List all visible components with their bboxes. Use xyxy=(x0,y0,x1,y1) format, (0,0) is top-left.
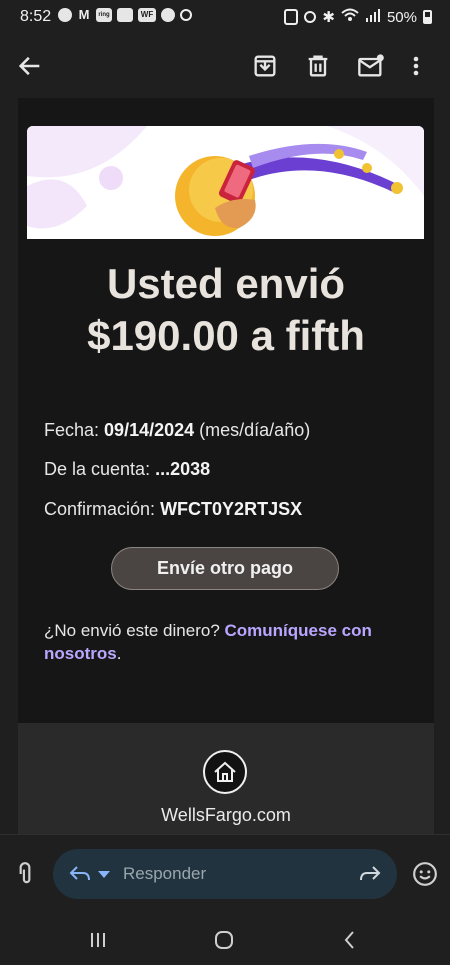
wellsfargo-link[interactable]: WellsFargo.com xyxy=(18,805,434,826)
reply-bar: Responder xyxy=(0,834,450,913)
system-nav-bar xyxy=(0,912,450,965)
wells-fargo-icon: WF xyxy=(138,8,156,22)
confirmation-label: Confirmación: xyxy=(44,499,156,519)
back-nav-icon[interactable] xyxy=(338,928,362,952)
paperclip-icon[interactable] xyxy=(12,861,38,887)
trash-icon[interactable] xyxy=(304,52,332,80)
more-vert-icon[interactable] xyxy=(408,52,424,80)
gmail-icon: M xyxy=(78,7,90,22)
reply-placeholder: Responder xyxy=(123,864,207,883)
date-value: 09/14/2024 xyxy=(104,420,195,440)
mail-unread-icon[interactable] xyxy=(357,52,385,80)
home-icon[interactable] xyxy=(203,750,247,794)
status-bar: 8:52 M ring WF ✱ 50% xyxy=(0,0,450,34)
cropped-logo xyxy=(150,98,300,102)
alarm-icon xyxy=(304,11,317,23)
payment-headline: Usted envió $190.00 a fifth xyxy=(18,258,434,362)
notification-icons: M ring WF xyxy=(58,8,192,22)
email-body: Usted envió $190.00 a fifth Fecha: 09/14… xyxy=(0,98,450,834)
not-sent-text: ¿No envió este dinero? xyxy=(44,621,220,640)
confirmation-value: WFCT0Y2RTJSX xyxy=(160,499,303,519)
account-label: De la cuenta: xyxy=(44,459,151,479)
target-icon xyxy=(180,9,192,21)
email-footer: WellsFargo.com xyxy=(18,723,434,834)
bluetooth-icon: ✱ xyxy=(322,9,335,26)
reddit-icon xyxy=(161,8,175,22)
headline-line-1: Usted envió xyxy=(106,260,346,307)
battery-icon xyxy=(423,10,432,24)
recent-apps-icon[interactable] xyxy=(86,928,110,952)
account-row: De la cuenta: ...2038 xyxy=(44,459,210,480)
wifi-icon xyxy=(341,8,359,26)
date-format: (mes/día/año) xyxy=(199,420,311,440)
status-time: 8:52 xyxy=(20,8,52,25)
date-label: Fecha: xyxy=(44,420,100,440)
emoji-icon[interactable] xyxy=(412,861,438,887)
banner-illustration xyxy=(27,126,424,239)
battery-percent: 50% xyxy=(386,8,417,26)
lock-icon xyxy=(284,9,299,25)
date-row: Fecha: 09/14/2024 (mes/día/año) xyxy=(44,420,310,441)
chevron-down-icon[interactable] xyxy=(98,871,110,879)
not-sent-notice: ¿No envió este dinero? Comuníquese con n… xyxy=(44,619,404,665)
forward-arrow-icon[interactable] xyxy=(359,864,381,884)
system-icons: ✱ 50% xyxy=(284,8,432,26)
signal-icon xyxy=(365,8,381,26)
ring-icon: ring xyxy=(96,8,112,22)
home-button-icon[interactable] xyxy=(212,928,236,952)
reply-arrow-icon[interactable] xyxy=(69,864,91,884)
account-value: ...2038 xyxy=(155,459,211,479)
headline-line-2: $190.00 a fifth xyxy=(87,312,365,359)
archive-icon[interactable] xyxy=(251,52,279,80)
chat-bubble-icon xyxy=(58,8,72,22)
back-arrow-icon[interactable] xyxy=(16,52,44,80)
send-another-payment-button[interactable]: Envíe otro pago xyxy=(111,547,339,590)
reply-field[interactable]: Responder xyxy=(53,849,397,899)
email-toolbar xyxy=(0,34,450,98)
confirmation-row: Confirmación: WFCT0Y2RTJSX xyxy=(44,499,302,520)
contact-suffix: . xyxy=(116,644,122,663)
app-icon-a xyxy=(117,8,133,22)
